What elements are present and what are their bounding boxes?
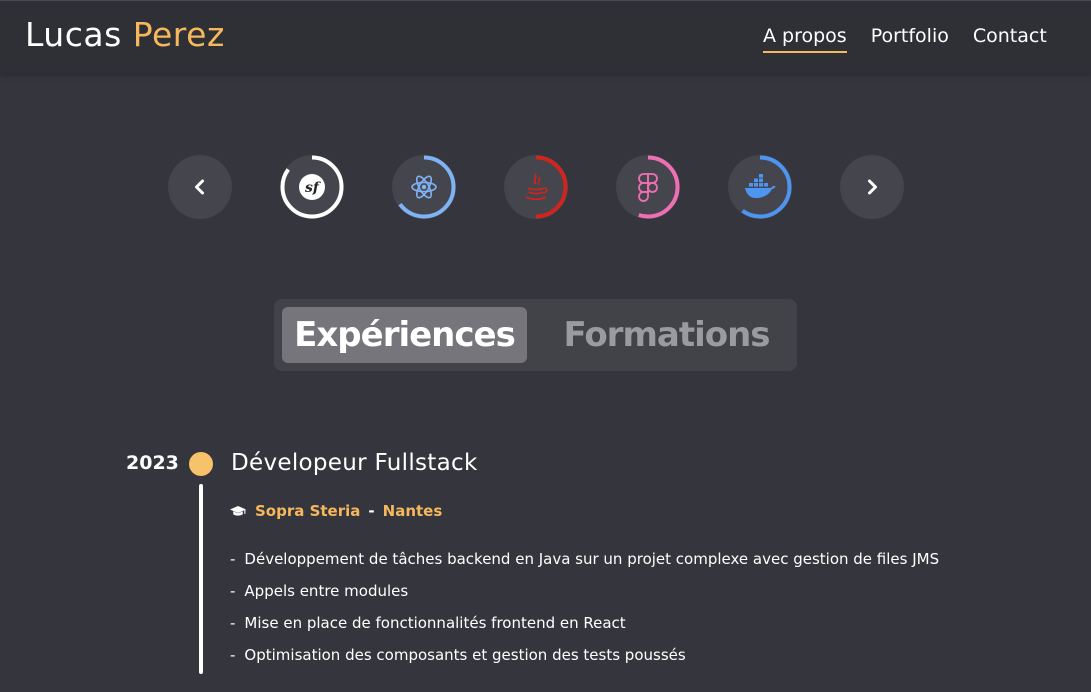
brand-logo[interactable]: Lucas Perez [25,15,225,54]
task-item: - Développement de tâches backend en Java… [230,548,939,580]
skills-carousel: sf [168,155,904,219]
brand-last-name: Perez [132,15,225,54]
skill-react[interactable] [392,155,456,219]
task-text: Appels entre modules [244,582,409,600]
bullet-dash: - [230,646,236,664]
task-item: - Appels entre modules [230,580,939,612]
task-item: - Mise en place de fonctionnalités fronte… [230,612,939,644]
company-city: Nantes [382,502,443,520]
company-name: Sopra Steria [255,502,361,520]
task-text: Optimisation des composants et gestion d… [244,646,686,664]
chevron-right-icon [868,179,877,195]
bullet-dash: - [230,550,236,568]
carousel-next-button[interactable] [840,155,904,219]
company-row: Sopra Steria - Nantes [230,502,442,520]
task-text: Mise en place de fonctionnalités fronten… [244,614,626,632]
timeline-year: 2023 [126,452,179,474]
timeline-line [199,484,203,674]
skill-figma[interactable] [616,155,680,219]
nav-links: A propos Portfolio Contact [763,25,1047,53]
java-icon [522,172,550,202]
job-title: Dévelopeur Fullstack [231,450,478,476]
react-icon [409,172,439,202]
tabs-switcher: Expériences Formations [274,299,797,371]
timeline-dot [189,452,213,476]
chevron-left-icon [195,179,204,195]
nav-link-contact[interactable]: Contact [973,25,1047,53]
skill-docker[interactable] [728,155,792,219]
task-text: Développement de tâches backend en Java … [244,550,940,568]
task-list: - Développement de tâches backend en Java… [230,548,939,676]
symfony-icon: sf [297,172,327,202]
task-item: - Optimisation des composants et gestion … [230,644,939,676]
skill-java[interactable] [504,155,568,219]
figma-icon [637,172,659,202]
bullet-dash: - [230,614,236,632]
graduation-cap-icon [230,505,246,518]
carousel-prev-button[interactable] [168,155,232,219]
tab-formations[interactable]: Formations [544,307,789,363]
skill-symfony[interactable]: sf [280,155,344,219]
brand-first-name: Lucas [25,15,122,54]
docker-icon [744,174,776,200]
navbar: Lucas Perez A propos Portfolio Contact [0,0,1091,73]
company-separator: - [368,502,375,520]
nav-link-a-propos[interactable]: A propos [763,25,847,53]
tab-experiences[interactable]: Expériences [282,307,527,363]
bullet-dash: - [230,582,236,600]
nav-link-portfolio[interactable]: Portfolio [871,25,949,53]
